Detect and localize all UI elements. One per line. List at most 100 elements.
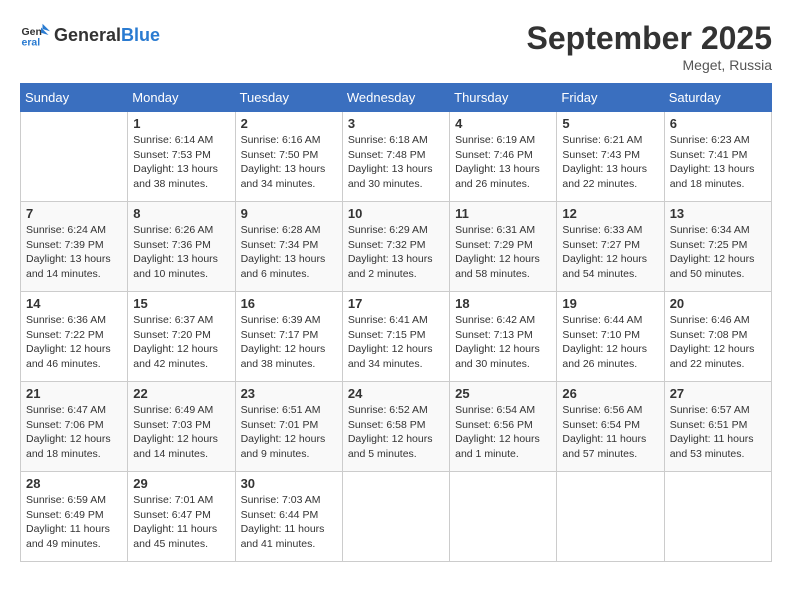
- day-info: Sunrise: 6:42 AM Sunset: 7:13 PM Dayligh…: [455, 313, 551, 372]
- day-cell: 4 Sunrise: 6:19 AM Sunset: 7:46 PM Daylig…: [450, 112, 557, 202]
- day-info: Sunrise: 6:34 AM Sunset: 7:25 PM Dayligh…: [670, 223, 766, 282]
- day-number: 4: [455, 116, 551, 131]
- col-header-friday: Friday: [557, 84, 664, 112]
- day-cell: 27 Sunrise: 6:57 AM Sunset: 6:51 PM Dayli…: [664, 382, 771, 472]
- day-number: 6: [670, 116, 766, 131]
- day-number: 14: [26, 296, 122, 311]
- col-header-thursday: Thursday: [450, 84, 557, 112]
- day-cell: 10Sunrise: 6:29 AM Sunset: 7:32 PM Dayli…: [342, 202, 449, 292]
- day-info: Sunrise: 6:36 AM Sunset: 7:22 PM Dayligh…: [26, 313, 122, 372]
- day-info: Sunrise: 6:26 AM Sunset: 7:36 PM Dayligh…: [133, 223, 229, 282]
- day-number: 27: [670, 386, 766, 401]
- day-number: 15: [133, 296, 229, 311]
- day-number: 2: [241, 116, 337, 131]
- day-number: 22: [133, 386, 229, 401]
- day-number: 21: [26, 386, 122, 401]
- week-row-5: 28 Sunrise: 6:59 AM Sunset: 6:49 PM Dayli…: [21, 472, 772, 562]
- day-number: 7: [26, 206, 122, 221]
- day-number: 9: [241, 206, 337, 221]
- day-cell: 14 Sunrise: 6:36 AM Sunset: 7:22 PM Dayli…: [21, 292, 128, 382]
- day-info: Sunrise: 6:51 AM Sunset: 7:01 PM Dayligh…: [241, 403, 337, 462]
- day-cell: 16 Sunrise: 6:39 AM Sunset: 7:17 PM Dayli…: [235, 292, 342, 382]
- day-info: Sunrise: 6:41 AM Sunset: 7:15 PM Dayligh…: [348, 313, 444, 372]
- week-row-2: 7 Sunrise: 6:24 AM Sunset: 7:39 PM Daylig…: [21, 202, 772, 292]
- day-info: Sunrise: 6:44 AM Sunset: 7:10 PM Dayligh…: [562, 313, 658, 372]
- col-header-tuesday: Tuesday: [235, 84, 342, 112]
- header-row: SundayMondayTuesdayWednesdayThursdayFrid…: [21, 84, 772, 112]
- day-info: Sunrise: 6:57 AM Sunset: 6:51 PM Dayligh…: [670, 403, 766, 462]
- day-cell: 26Sunrise: 6:56 AM Sunset: 6:54 PM Dayli…: [557, 382, 664, 472]
- day-cell: 8 Sunrise: 6:26 AM Sunset: 7:36 PM Daylig…: [128, 202, 235, 292]
- day-number: 5: [562, 116, 658, 131]
- day-number: 8: [133, 206, 229, 221]
- day-number: 20: [670, 296, 766, 311]
- day-cell: [450, 472, 557, 562]
- day-cell: 6 Sunrise: 6:23 AM Sunset: 7:41 PM Daylig…: [664, 112, 771, 202]
- day-number: 10: [348, 206, 444, 221]
- week-row-1: 1 Sunrise: 6:14 AM Sunset: 7:53 PM Daylig…: [21, 112, 772, 202]
- day-info: Sunrise: 6:24 AM Sunset: 7:39 PM Dayligh…: [26, 223, 122, 282]
- day-number: 24: [348, 386, 444, 401]
- logo-blue: Blue: [121, 25, 160, 45]
- day-cell: 21Sunrise: 6:47 AM Sunset: 7:06 PM Dayli…: [21, 382, 128, 472]
- day-cell: 18 Sunrise: 6:42 AM Sunset: 7:13 PM Dayli…: [450, 292, 557, 382]
- day-cell: 12 Sunrise: 6:33 AM Sunset: 7:27 PM Dayli…: [557, 202, 664, 292]
- day-number: 12: [562, 206, 658, 221]
- day-cell: 25 Sunrise: 6:54 AM Sunset: 6:56 PM Dayli…: [450, 382, 557, 472]
- day-cell: 11Sunrise: 6:31 AM Sunset: 7:29 PM Dayli…: [450, 202, 557, 292]
- day-number: 16: [241, 296, 337, 311]
- day-info: Sunrise: 6:33 AM Sunset: 7:27 PM Dayligh…: [562, 223, 658, 282]
- week-row-3: 14 Sunrise: 6:36 AM Sunset: 7:22 PM Dayli…: [21, 292, 772, 382]
- day-number: 19: [562, 296, 658, 311]
- day-number: 18: [455, 296, 551, 311]
- day-number: 1: [133, 116, 229, 131]
- day-cell: 28 Sunrise: 6:59 AM Sunset: 6:49 PM Dayli…: [21, 472, 128, 562]
- col-header-monday: Monday: [128, 84, 235, 112]
- day-cell: 20 Sunrise: 6:46 AM Sunset: 7:08 PM Dayli…: [664, 292, 771, 382]
- day-info: Sunrise: 6:16 AM Sunset: 7:50 PM Dayligh…: [241, 133, 337, 192]
- day-info: Sunrise: 6:19 AM Sunset: 7:46 PM Dayligh…: [455, 133, 551, 192]
- location: Meget, Russia: [527, 57, 772, 73]
- day-number: 28: [26, 476, 122, 491]
- day-info: Sunrise: 6:49 AM Sunset: 7:03 PM Dayligh…: [133, 403, 229, 462]
- day-cell: 3Sunrise: 6:18 AM Sunset: 7:48 PM Daylig…: [342, 112, 449, 202]
- day-info: Sunrise: 6:37 AM Sunset: 7:20 PM Dayligh…: [133, 313, 229, 372]
- day-info: Sunrise: 7:03 AM Sunset: 6:44 PM Dayligh…: [241, 493, 337, 552]
- day-info: Sunrise: 6:59 AM Sunset: 6:49 PM Dayligh…: [26, 493, 122, 552]
- day-info: Sunrise: 6:28 AM Sunset: 7:34 PM Dayligh…: [241, 223, 337, 282]
- day-number: 3: [348, 116, 444, 131]
- day-cell: 9 Sunrise: 6:28 AM Sunset: 7:34 PM Daylig…: [235, 202, 342, 292]
- day-info: Sunrise: 6:21 AM Sunset: 7:43 PM Dayligh…: [562, 133, 658, 192]
- day-cell: [342, 472, 449, 562]
- col-header-saturday: Saturday: [664, 84, 771, 112]
- calendar-table: SundayMondayTuesdayWednesdayThursdayFrid…: [20, 83, 772, 562]
- day-cell: 1 Sunrise: 6:14 AM Sunset: 7:53 PM Daylig…: [128, 112, 235, 202]
- day-info: Sunrise: 6:54 AM Sunset: 6:56 PM Dayligh…: [455, 403, 551, 462]
- day-cell: 13Sunrise: 6:34 AM Sunset: 7:25 PM Dayli…: [664, 202, 771, 292]
- day-cell: 2 Sunrise: 6:16 AM Sunset: 7:50 PM Daylig…: [235, 112, 342, 202]
- day-info: Sunrise: 6:23 AM Sunset: 7:41 PM Dayligh…: [670, 133, 766, 192]
- day-number: 11: [455, 206, 551, 221]
- day-cell: 7 Sunrise: 6:24 AM Sunset: 7:39 PM Daylig…: [21, 202, 128, 292]
- logo: Gen eral GeneralBlue: [20, 20, 160, 50]
- day-info: Sunrise: 6:14 AM Sunset: 7:53 PM Dayligh…: [133, 133, 229, 192]
- day-cell: 29Sunrise: 7:01 AM Sunset: 6:47 PM Dayli…: [128, 472, 235, 562]
- day-number: 25: [455, 386, 551, 401]
- day-cell: 15 Sunrise: 6:37 AM Sunset: 7:20 PM Dayli…: [128, 292, 235, 382]
- day-cell: [557, 472, 664, 562]
- day-number: 17: [348, 296, 444, 311]
- day-number: 29: [133, 476, 229, 491]
- day-info: Sunrise: 6:56 AM Sunset: 6:54 PM Dayligh…: [562, 403, 658, 462]
- day-number: 30: [241, 476, 337, 491]
- day-cell: 17 Sunrise: 6:41 AM Sunset: 7:15 PM Dayli…: [342, 292, 449, 382]
- page-header: Gen eral GeneralBlue September 2025 Mege…: [20, 20, 772, 73]
- day-info: Sunrise: 6:39 AM Sunset: 7:17 PM Dayligh…: [241, 313, 337, 372]
- title-block: September 2025 Meget, Russia: [527, 20, 772, 73]
- day-number: 23: [241, 386, 337, 401]
- day-info: Sunrise: 6:46 AM Sunset: 7:08 PM Dayligh…: [670, 313, 766, 372]
- col-header-wednesday: Wednesday: [342, 84, 449, 112]
- col-header-sunday: Sunday: [21, 84, 128, 112]
- svg-text:eral: eral: [22, 37, 41, 49]
- month-title: September 2025: [527, 20, 772, 57]
- day-cell: 24Sunrise: 6:52 AM Sunset: 6:58 PM Dayli…: [342, 382, 449, 472]
